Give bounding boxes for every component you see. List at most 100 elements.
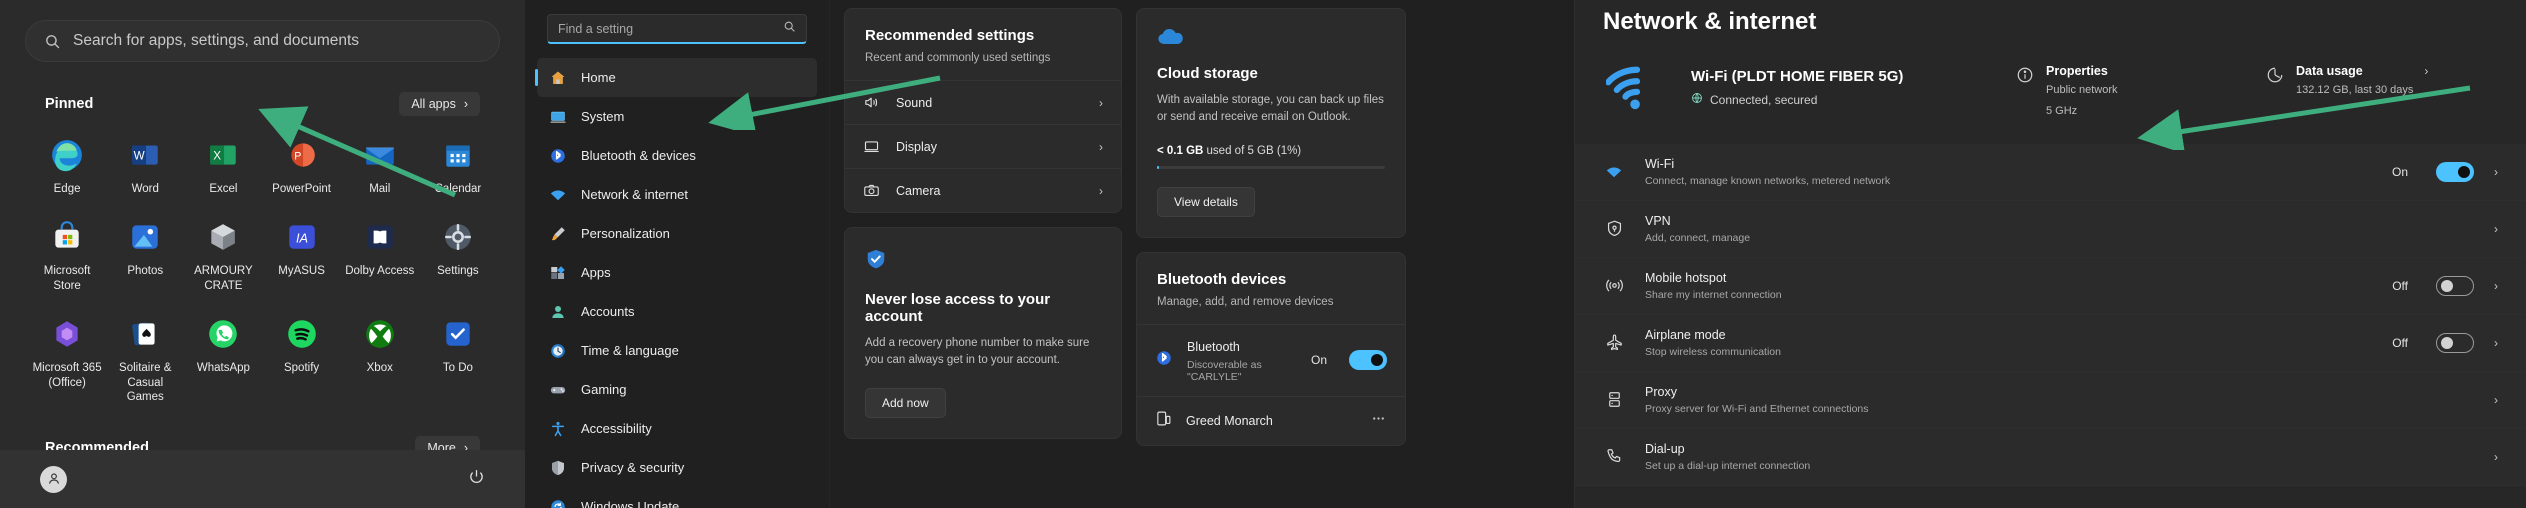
network-row-title: Mobile hotspot xyxy=(1645,270,1727,285)
accessibility-icon xyxy=(549,420,567,438)
pinned-app-tile[interactable]: Solitaire & Casual Games xyxy=(106,309,184,410)
recommended-setting-row[interactable]: Display › xyxy=(845,124,1121,168)
pinned-app-tile[interactable]: Settings xyxy=(419,212,497,299)
recommended-settings-title: Recommended settings xyxy=(865,27,1035,44)
sidebar-item-accessibility[interactable]: Accessibility xyxy=(537,409,817,448)
all-apps-button[interactable]: All apps › xyxy=(399,92,480,116)
sidebar-item-label: Home xyxy=(581,70,616,85)
sidebar-item-bluetooth-devices[interactable]: Bluetooth & devices xyxy=(537,136,817,175)
network-setting-row[interactable]: VPN Add, connect, manage › xyxy=(1575,200,2526,258)
sidebar-item-network-internet[interactable]: Network & internet xyxy=(537,175,817,214)
network-setting-row[interactable]: Airplane mode Stop wireless communicatio… xyxy=(1575,314,2526,372)
pinned-app-tile[interactable]: Microsoft Store xyxy=(28,212,106,299)
pinned-app-tile[interactable]: ARMOURY CRATE xyxy=(184,212,262,299)
network-setting-row[interactable]: Proxy Proxy server for Wi-Fi and Etherne… xyxy=(1575,371,2526,429)
network-setting-row[interactable]: Mobile hotspot Share my internet connect… xyxy=(1575,257,2526,315)
pinned-app-label: Solitaire & Casual Games xyxy=(119,362,172,403)
row-toggle[interactable] xyxy=(2436,332,2474,353)
pinned-app-tile[interactable]: Microsoft 365 (Office) xyxy=(28,309,106,410)
chevron-right-icon: › xyxy=(1099,95,1103,110)
chevron-right-icon: › xyxy=(1099,183,1103,198)
pinned-app-label: WhatsApp xyxy=(196,362,250,375)
network-row-subtitle: Add, connect, manage xyxy=(1645,231,1751,244)
pinned-app-tile[interactable]: Dolby Access xyxy=(341,212,419,299)
view-details-button[interactable]: View details xyxy=(1157,186,1255,217)
find-a-setting-input[interactable]: Find a setting xyxy=(547,14,807,44)
sidebar-item-personalization[interactable]: Personalization xyxy=(537,214,817,253)
pinned-app-tile[interactable]: Spotify xyxy=(262,309,340,410)
pinned-app-tile[interactable]: Edge xyxy=(28,130,106,202)
network-settings-list: Wi-Fi Connect, manage known networks, me… xyxy=(1575,143,2526,486)
sidebar-item-label: System xyxy=(581,109,625,124)
search-icon xyxy=(44,33,61,50)
shield-check-icon xyxy=(865,246,1101,277)
network-properties-button[interactable]: Properties Public network 5 GHz xyxy=(2016,60,2246,120)
pinned-app-tile[interactable]: Mail xyxy=(341,130,419,202)
pinned-header: Pinned All apps › xyxy=(45,92,480,116)
cloud-storage-body: With available storage, you can back up … xyxy=(1157,94,1384,124)
pinned-app-label: Calendar xyxy=(434,183,482,195)
sidebar-item-windows-update[interactable]: Windows Update xyxy=(537,487,817,508)
network-setting-row[interactable]: Dial-up Set up a dial-up internet connec… xyxy=(1575,428,2526,486)
network-row-subtitle: Share my internet connection xyxy=(1645,288,1782,301)
user-account-button[interactable] xyxy=(40,465,67,493)
pinned-app-tile[interactable]: WhatsApp xyxy=(184,309,262,410)
row-toggle[interactable] xyxy=(2436,161,2474,182)
sidebar-item-home[interactable]: Home xyxy=(535,58,817,97)
recommended-settings-header: Recommended settings Recent and commonly… xyxy=(845,9,1121,80)
power-button[interactable] xyxy=(468,468,485,490)
sidebar-item-label: Privacy & security xyxy=(581,460,685,475)
settings-column-right: Cloud storage With available storage, yo… xyxy=(1136,8,1406,508)
chevron-right-icon: › xyxy=(2494,449,2498,464)
sidebar-item-accounts[interactable]: Accounts xyxy=(537,292,817,331)
bluetooth-toggle[interactable] xyxy=(1349,350,1387,370)
bluetooth-device-row[interactable]: Bluetooth Discoverable as "CARLYLE" On xyxy=(1137,323,1405,396)
device-icon xyxy=(1155,410,1172,432)
recommended-setting-row[interactable]: Camera › xyxy=(845,168,1121,212)
pinned-app-tile[interactable]: Xbox xyxy=(341,309,419,410)
recommended-setting-row[interactable]: Sound › xyxy=(845,80,1121,124)
to-do-icon xyxy=(439,315,477,353)
pinned-app-tile[interactable]: Photos xyxy=(106,212,184,299)
pinned-app-tile[interactable]: W Word xyxy=(106,130,184,202)
network-row-title: Airplane mode xyxy=(1645,327,1726,342)
data-usage-button[interactable]: Data usage 132.12 GB, last 30 days › xyxy=(2266,60,2496,99)
pinned-app-label: Settings xyxy=(437,265,479,278)
pinned-app-tile[interactable]: Calendar xyxy=(419,130,497,202)
sidebar-item-gaming[interactable]: Gaming xyxy=(537,370,817,409)
recommended-settings-card: Recommended settings Recent and commonly… xyxy=(844,8,1122,213)
network-row-title: VPN xyxy=(1645,213,1671,228)
sidebar-item-apps[interactable]: Apps xyxy=(537,253,817,292)
bluetooth-devices-card: Bluetooth devices Manage, add, and remov… xyxy=(1136,251,1406,446)
sidebar-item-privacy-security[interactable]: Privacy & security xyxy=(537,448,817,487)
powerpoint-icon: P xyxy=(283,136,321,174)
mail-icon xyxy=(361,136,399,174)
airplane-icon xyxy=(1603,333,1625,352)
microsoft-365-icon xyxy=(48,315,86,353)
pinned-app-label: Microsoft Store xyxy=(43,265,91,292)
sidebar-item-time-language[interactable]: Time & language xyxy=(537,331,817,370)
pinned-app-tile[interactable]: To Do xyxy=(419,309,497,410)
row-toggle[interactable] xyxy=(2436,275,2474,296)
armoury-crate-icon xyxy=(204,218,242,256)
sidebar-item-system[interactable]: System xyxy=(537,97,817,136)
bluetooth-device-row[interactable]: Greed Monarch xyxy=(1137,395,1405,445)
more-options-icon[interactable] xyxy=(1370,410,1387,432)
pinned-app-tile[interactable]: X Excel xyxy=(184,130,262,202)
cloud-storage-usage-value: < 0.1 GB xyxy=(1157,144,1204,157)
network-setting-row[interactable]: Wi-Fi Connect, manage known networks, me… xyxy=(1575,143,2526,201)
data-usage-line1: 132.12 GB, last 30 days xyxy=(2296,84,2414,96)
find-setting-placeholder: Find a setting xyxy=(558,21,634,36)
properties-label: Properties xyxy=(2046,64,2108,78)
sidebar-item-label: Network & internet xyxy=(581,187,688,202)
svg-text:X: X xyxy=(214,149,222,162)
add-now-button[interactable]: Add now xyxy=(865,387,946,418)
pinned-app-label: Excel xyxy=(209,183,238,195)
excel-icon: X xyxy=(204,136,242,174)
pinned-app-tile[interactable]: P PowerPoint xyxy=(262,130,340,202)
apps-icon xyxy=(549,264,567,282)
start-search-input[interactable]: Search for apps, settings, and documents xyxy=(25,20,500,62)
pinned-app-tile[interactable]: IA MyASUS xyxy=(262,212,340,299)
wifi-large-icon xyxy=(1603,60,1671,112)
calendar-icon xyxy=(439,136,477,174)
